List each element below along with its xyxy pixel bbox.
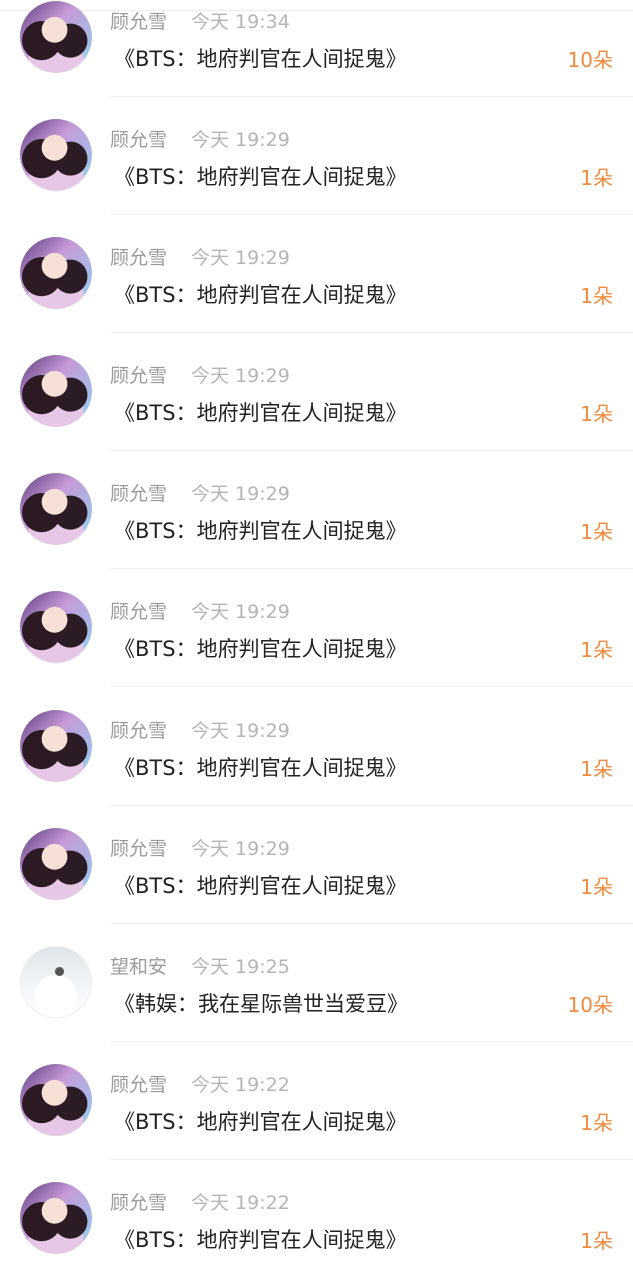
- timestamp: 今天 19:29: [191, 365, 290, 387]
- flower-amount: 10朵: [567, 48, 613, 72]
- user-name[interactable]: 顾允雪: [110, 361, 167, 388]
- user-name[interactable]: 顾允雪: [110, 7, 167, 34]
- book-title[interactable]: 《BTS：地府判官在人间捉鬼》: [114, 1224, 407, 1254]
- timestamp: 今天 19:25: [191, 956, 290, 978]
- flower-amount: 1朵: [580, 1229, 613, 1253]
- book-title[interactable]: 《韩娱：我在星际兽世当爱豆》: [114, 988, 408, 1018]
- list-item[interactable]: 望和安 今天 19:25 《韩娱：我在星际兽世当爱豆》 10朵: [0, 924, 633, 1042]
- list-item[interactable]: 顾允雪 今天 19:29 《BTS：地府判官在人间捉鬼》 1朵: [0, 97, 633, 215]
- user-avatar[interactable]: [20, 237, 92, 309]
- user-name[interactable]: 顾允雪: [110, 1188, 167, 1215]
- flower-amount: 1朵: [580, 1111, 613, 1135]
- user-name[interactable]: 顾允雪: [110, 716, 167, 743]
- flower-amount: 1朵: [580, 757, 613, 781]
- timestamp: 今天 19:29: [191, 129, 290, 151]
- user-name[interactable]: 顾允雪: [110, 479, 167, 506]
- flower-amount: 1朵: [580, 402, 613, 426]
- flower-amount: 1朵: [580, 166, 613, 190]
- user-avatar[interactable]: [20, 473, 92, 545]
- book-title[interactable]: 《BTS：地府判官在人间捉鬼》: [114, 397, 407, 427]
- book-title[interactable]: 《BTS：地府判官在人间捉鬼》: [114, 752, 407, 782]
- user-avatar[interactable]: [20, 591, 92, 663]
- list-item[interactable]: 顾允雪 今天 19:34 《BTS：地府判官在人间捉鬼》 10朵: [0, 0, 633, 97]
- timestamp: 今天 19:29: [191, 247, 290, 269]
- user-avatar[interactable]: [20, 1, 92, 73]
- timestamp: 今天 19:29: [191, 483, 290, 505]
- user-name[interactable]: 顾允雪: [110, 1070, 167, 1097]
- timestamp: 今天 19:29: [191, 601, 290, 623]
- user-avatar[interactable]: [20, 828, 92, 900]
- book-title[interactable]: 《BTS：地府判官在人间捉鬼》: [114, 633, 407, 663]
- user-avatar[interactable]: [20, 119, 92, 191]
- book-title[interactable]: 《BTS：地府判官在人间捉鬼》: [114, 279, 407, 309]
- user-name[interactable]: 顾允雪: [110, 243, 167, 270]
- flower-amount: 1朵: [580, 284, 613, 308]
- user-name[interactable]: 顾允雪: [110, 125, 167, 152]
- divider: [110, 686, 633, 687]
- user-name[interactable]: 顾允雪: [110, 597, 167, 624]
- timestamp: 今天 19:22: [191, 1192, 290, 1214]
- user-avatar[interactable]: [20, 355, 92, 427]
- list-item[interactable]: 顾允雪 今天 19:29 《BTS：地府判官在人间捉鬼》 1朵: [0, 451, 633, 569]
- timestamp: 今天 19:29: [191, 838, 290, 860]
- book-title[interactable]: 《BTS：地府判官在人间捉鬼》: [114, 161, 407, 191]
- user-avatar[interactable]: [20, 710, 92, 782]
- list-item[interactable]: 顾允雪 今天 19:29 《BTS：地府判官在人间捉鬼》 1朵: [0, 215, 633, 333]
- list-item[interactable]: 顾允雪 今天 19:29 《BTS：地府判官在人间捉鬼》 1朵: [0, 569, 633, 687]
- flower-amount: 10朵: [567, 993, 613, 1017]
- list-item[interactable]: 顾允雪 今天 19:22 《BTS：地府判官在人间捉鬼》 1朵: [0, 1042, 633, 1160]
- flower-amount: 1朵: [580, 638, 613, 662]
- list-item[interactable]: 顾允雪 今天 19:29 《BTS：地府判官在人间捉鬼》 1朵: [0, 806, 633, 924]
- timestamp: 今天 19:34: [191, 11, 290, 33]
- book-title[interactable]: 《BTS：地府判官在人间捉鬼》: [114, 43, 407, 73]
- timestamp: 今天 19:29: [191, 720, 290, 742]
- user-avatar[interactable]: [20, 1182, 92, 1254]
- flower-amount: 1朵: [580, 520, 613, 544]
- timestamp: 今天 19:22: [191, 1074, 290, 1096]
- book-title[interactable]: 《BTS：地府判官在人间捉鬼》: [114, 870, 407, 900]
- list-item[interactable]: 顾允雪 今天 19:29 《BTS：地府判官在人间捉鬼》 1朵: [0, 688, 633, 806]
- list-item[interactable]: 顾允雪 今天 19:22 《BTS：地府判官在人间捉鬼》 1朵: [0, 1160, 633, 1278]
- flower-amount: 1朵: [580, 875, 613, 899]
- user-name[interactable]: 顾允雪: [110, 834, 167, 861]
- user-avatar[interactable]: [20, 1064, 92, 1136]
- book-title[interactable]: 《BTS：地府判官在人间捉鬼》: [114, 515, 407, 545]
- user-name[interactable]: 望和安: [110, 952, 167, 979]
- list-item[interactable]: 顾允雪 今天 19:29 《BTS：地府判官在人间捉鬼》 1朵: [0, 333, 633, 451]
- user-avatar[interactable]: [20, 946, 92, 1018]
- book-title[interactable]: 《BTS：地府判官在人间捉鬼》: [114, 1106, 407, 1136]
